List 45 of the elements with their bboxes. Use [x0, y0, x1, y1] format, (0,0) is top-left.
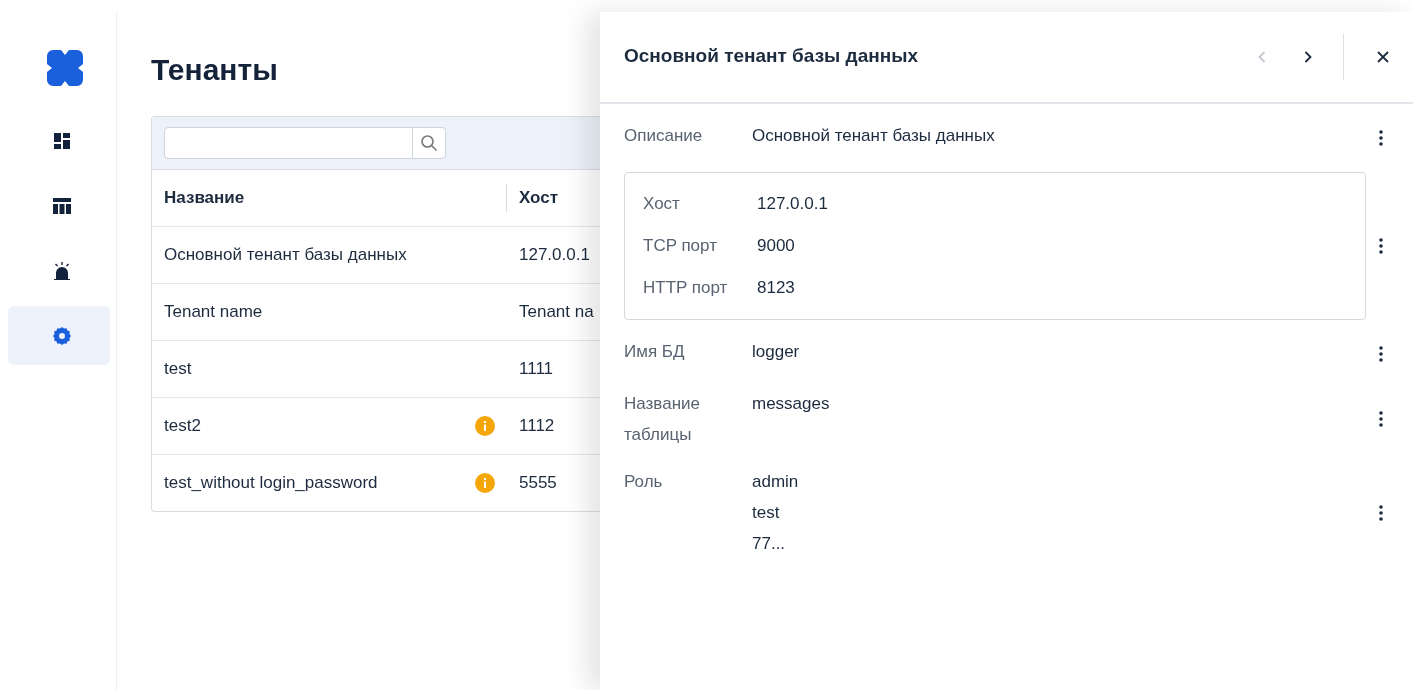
logo-icon — [47, 50, 83, 86]
field-value: 127.0.0.1 — [757, 193, 828, 215]
field-label: TCP порт — [643, 235, 718, 257]
more-icon — [1379, 130, 1383, 146]
table-cell: Tenant na — [519, 302, 594, 322]
table-cell: 5555 — [519, 473, 557, 493]
more-icon — [1379, 238, 1383, 254]
table-cell: Tenant name — [164, 302, 263, 322]
table-cell: test — [164, 359, 192, 379]
table-cell: test2 — [164, 416, 201, 436]
more-icon — [1379, 504, 1383, 521]
table-cell: test_without login_password — [164, 473, 378, 493]
field-value: admin — [752, 471, 800, 493]
field-value: 8123 — [757, 277, 795, 299]
field-value: 77... — [752, 533, 787, 555]
table-icon — [53, 196, 71, 215]
search-field[interactable] — [164, 127, 446, 159]
field-value: 9000 — [757, 235, 795, 257]
field-label: Описание — [624, 125, 704, 147]
field-value: messages — [752, 393, 831, 415]
more-icon — [1379, 346, 1383, 362]
field-value: Основной тенант базы данных — [752, 125, 996, 147]
field-label: Хост — [643, 193, 681, 215]
page-title: Тенанты — [151, 52, 279, 88]
chevron-right-icon — [1304, 51, 1312, 63]
table-cell: 1112 — [519, 416, 555, 436]
column-header[interactable]: Название — [152, 184, 507, 212]
dashboard-icon — [53, 131, 71, 150]
gear-icon — [53, 326, 71, 345]
field-value: test — [752, 502, 781, 524]
table-cell: Основной тенант базы данных — [164, 245, 407, 265]
column-header[interactable]: Хост — [507, 188, 600, 208]
drawer-title: Основной тенант базы данных — [624, 45, 918, 67]
field-label: HTTP порт — [643, 277, 729, 299]
field-label: Название таблицы — [624, 393, 701, 446]
field-value: logger — [752, 341, 801, 363]
alarm-icon — [53, 261, 71, 280]
table-cell: 1111 — [519, 359, 554, 379]
field-label: Имя БД — [624, 341, 686, 363]
search-icon — [420, 134, 438, 152]
more-icon — [1379, 411, 1383, 427]
table-cell: 127.0.0.1 — [519, 245, 590, 265]
close-icon — [1377, 51, 1389, 63]
field-label: Роль — [624, 471, 664, 493]
chevron-left-icon — [1258, 51, 1266, 63]
